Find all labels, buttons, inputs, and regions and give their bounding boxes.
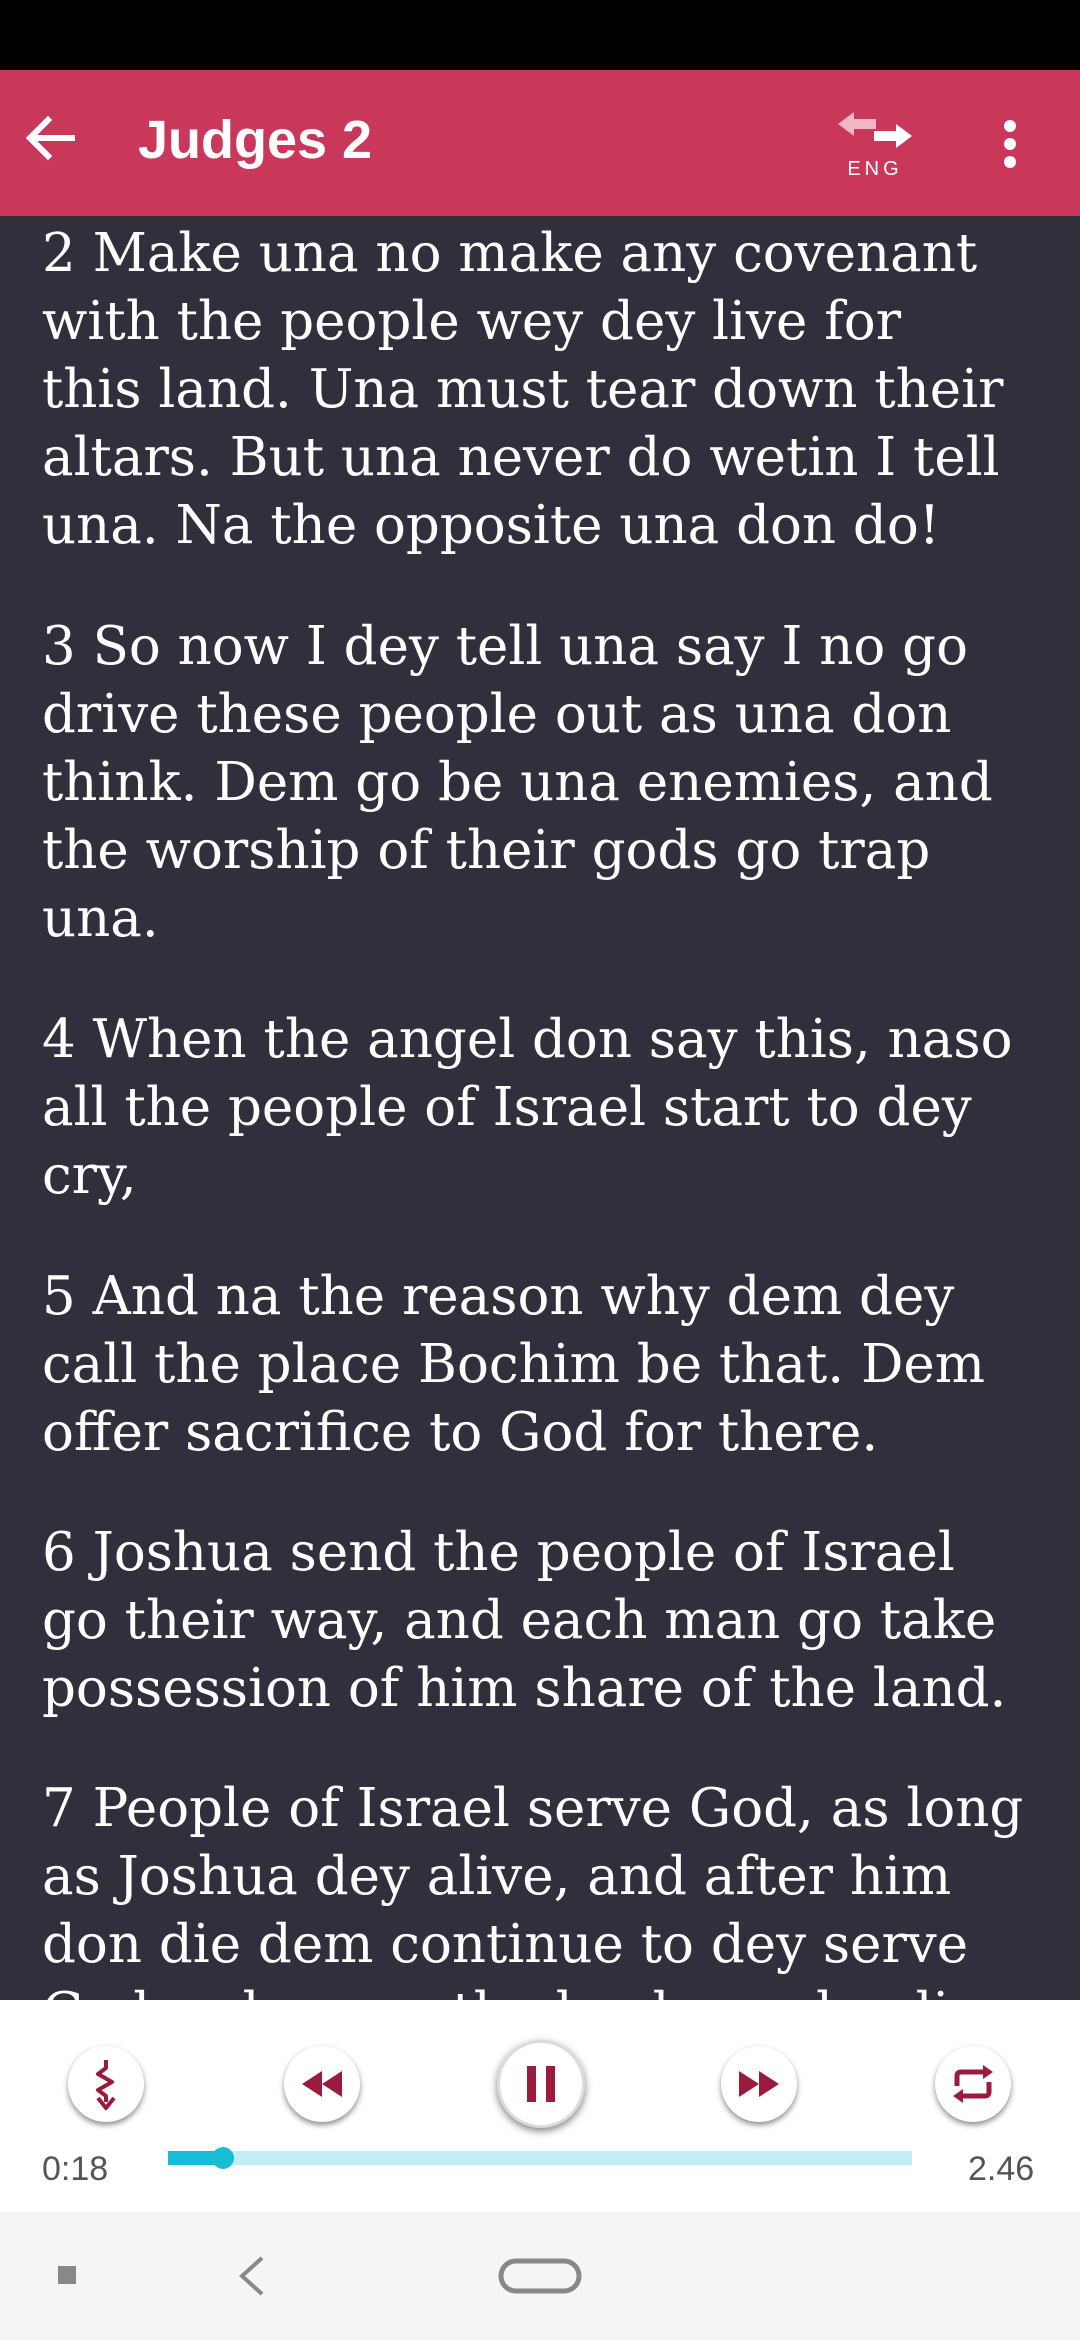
seek-bar-thumb[interactable] [212,2147,235,2169]
language-label: ENG [847,158,903,180]
pause-icon [527,2066,555,2102]
chapter-content[interactable]: 2 Make una no make any covenant with the… [0,216,1080,2000]
verse-7: 7 People of Israel serve God, as long as… [42,1778,1024,2000]
elapsed-time: 0:18 [42,2150,109,2188]
back-icon[interactable] [236,2256,266,2296]
repeat-button[interactable] [935,2046,1011,2122]
system-navigation-bar [0,2212,1080,2340]
verse-3: 3 So now I dey tell una say I no go driv… [42,616,993,949]
status-bar [0,0,1080,70]
verse-6: 6 Joshua send the people of Israel go th… [42,1522,1007,1719]
repeat-icon [953,2065,993,2103]
back-button[interactable] [14,102,86,174]
verse-5: 5 And na the reason why dem dey call the… [42,1266,986,1463]
rewind-button[interactable] [284,2046,360,2122]
more-options-button[interactable] [980,114,1040,174]
arrow-left-icon [25,115,75,161]
language-switch-button[interactable]: ENG [832,110,918,180]
pause-button[interactable] [497,2040,585,2128]
total-duration: 2.46 [968,2150,1035,2188]
rewind-icon [302,2071,342,2097]
audio-player: 0:18 2.46 [0,2000,1080,2212]
more-vertical-icon [1004,120,1016,168]
home-icon[interactable] [498,2258,582,2294]
speed-button[interactable] [68,2046,144,2122]
speed-icon [96,2060,116,2110]
recents-icon[interactable] [58,2266,76,2284]
verse-2: 2 Make una no make any covenant with the… [42,223,1004,556]
app-bar: Judges 2 ENG [0,70,1080,216]
verse-4: 4 When the angel don say this, naso all … [42,1009,1013,1206]
fast-forward-icon [739,2071,779,2097]
fast-forward-button[interactable] [721,2046,797,2122]
seek-bar[interactable] [168,2147,912,2169]
language-swap-icon [838,112,912,148]
page-title: Judges 2 [138,110,373,170]
